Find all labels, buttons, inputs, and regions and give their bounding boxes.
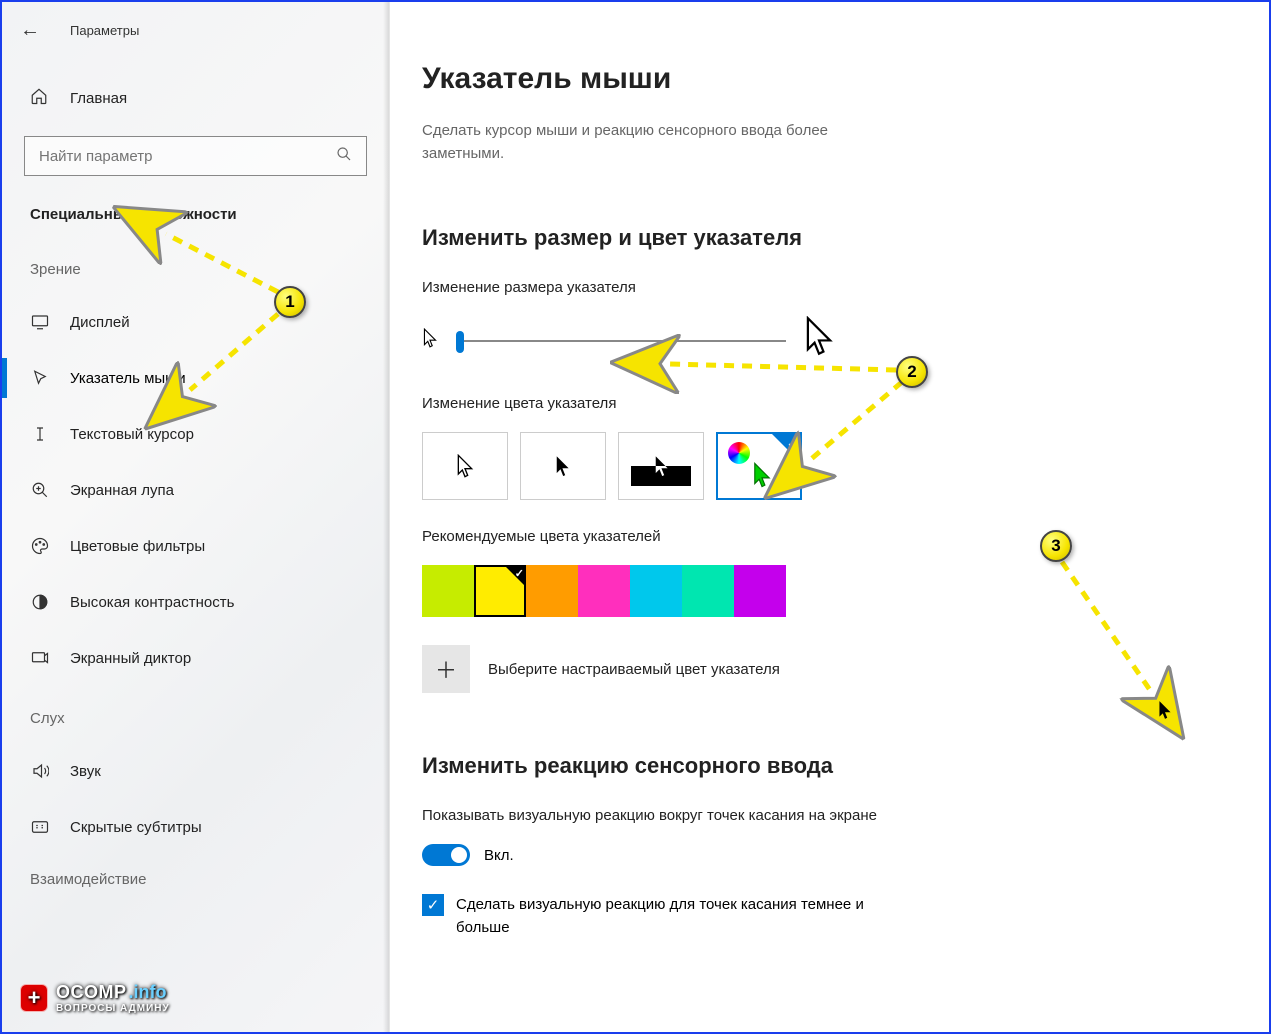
sidebar-item-captions[interactable]: Скрытые субтитры <box>2 803 389 851</box>
sidebar-item-sound[interactable]: Звук <box>2 747 389 795</box>
app-title: Параметры <box>70 23 139 38</box>
sidebar-item-label: Указатель мыши <box>70 370 186 387</box>
sidebar-item-text-cursor[interactable]: Текстовый курсор <box>2 410 389 458</box>
color-wheel-icon <box>728 442 750 464</box>
sidebar-home-label: Главная <box>70 90 127 107</box>
check-icon <box>504 565 526 587</box>
annotation-marker-2: 2 <box>896 356 928 388</box>
watermark-brand: OCOMP <box>56 982 127 1002</box>
sidebar-category-vision: Зрение <box>2 233 389 290</box>
magnifier-icon <box>30 480 50 500</box>
pointer-color-custom[interactable] <box>716 432 802 500</box>
sidebar-item-mouse-pointer[interactable]: Указатель мыши <box>2 354 389 402</box>
sidebar: ← Параметры Главная Специальные возможно… <box>2 2 390 1032</box>
sidebar-item-label: Экранная лупа <box>70 482 174 499</box>
pointer-size-slider[interactable] <box>456 340 786 342</box>
pointer-icon <box>30 368 50 388</box>
pointer-color-invert[interactable] <box>618 432 704 500</box>
touch-darker-label: Сделать визуальную реакцию для точек кас… <box>456 894 882 939</box>
text-cursor-icon <box>30 424 50 444</box>
home-icon <box>30 87 50 110</box>
recommended-colors-label: Рекомендуемые цвета указателей <box>422 528 1219 545</box>
color-swatch[interactable] <box>630 565 682 617</box>
sidebar-item-narrator[interactable]: Экранный диктор <box>2 634 389 682</box>
sidebar-item-display[interactable]: Дисплей <box>2 298 389 346</box>
cursor-small-icon <box>422 328 438 353</box>
add-custom-color-button[interactable]: ＋ <box>422 645 470 693</box>
toggle-state-label: Вкл. <box>484 847 514 864</box>
sidebar-item-magnifier[interactable]: Экранная лупа <box>2 466 389 514</box>
touch-visual-toggle[interactable] <box>422 844 470 866</box>
pointer-size-label: Изменение размера указателя <box>422 279 1219 296</box>
sidebar-item-label: Цветовые фильтры <box>70 538 205 555</box>
slider-thumb[interactable] <box>456 331 464 353</box>
sidebar-item-label: Звук <box>70 763 101 780</box>
sidebar-item-color-filters[interactable]: Цветовые фильтры <box>2 522 389 570</box>
search-box[interactable] <box>24 136 367 176</box>
watermark: + OCOMP.info ВОПРОСЫ АДМИНУ <box>20 982 170 1014</box>
narrator-icon <box>30 648 50 668</box>
search-icon <box>336 146 352 167</box>
contrast-icon <box>30 592 50 612</box>
sidebar-scrollbar[interactable] <box>383 2 389 1032</box>
sidebar-item-label: Дисплей <box>70 314 130 331</box>
custom-color-label: Выберите настраиваемый цвет указателя <box>488 661 780 678</box>
back-arrow-icon[interactable]: ← <box>20 19 40 42</box>
check-icon <box>772 434 800 462</box>
cursor-large-icon <box>804 316 834 365</box>
touch-show-label: Показывать визуальную реакцию вокруг точ… <box>422 807 882 824</box>
page-description: Сделать курсор мыши и реакцию сенсорного… <box>422 120 902 165</box>
annotation-marker-1: 1 <box>274 286 306 318</box>
display-icon <box>30 312 50 332</box>
sidebar-item-label: Экранный диктор <box>70 650 191 667</box>
annotation-cursor-icon <box>1158 700 1172 725</box>
section-touch-title: Изменить реакцию сенсорного ввода <box>422 753 1219 779</box>
color-swatch[interactable] <box>526 565 578 617</box>
touch-darker-checkbox[interactable]: ✓ <box>422 894 444 916</box>
sidebar-item-label: Высокая контрастность <box>70 594 234 611</box>
sidebar-item-high-contrast[interactable]: Высокая контрастность <box>2 578 389 626</box>
watermark-sub: ВОПРОСЫ АДМИНУ <box>56 1003 170 1014</box>
plus-icon: ＋ <box>435 653 457 685</box>
color-swatch[interactable] <box>682 565 734 617</box>
color-swatch[interactable] <box>578 565 630 617</box>
watermark-plus-icon: + <box>20 984 48 1012</box>
search-input[interactable] <box>39 148 336 165</box>
pointer-color-black[interactable] <box>520 432 606 500</box>
sidebar-home[interactable]: Главная <box>2 74 389 122</box>
sidebar-category-interaction: Взаимодействие <box>2 851 389 900</box>
sidebar-item-label: Скрытые субтитры <box>70 819 202 836</box>
watermark-tld: .info <box>129 982 167 1002</box>
color-swatch[interactable] <box>734 565 786 617</box>
sound-icon <box>30 761 50 781</box>
page-title: Указатель мыши <box>422 62 1219 96</box>
annotation-marker-3: 3 <box>1040 530 1072 562</box>
color-swatch[interactable] <box>474 565 526 617</box>
pointer-color-white[interactable] <box>422 432 508 500</box>
sidebar-category-hearing: Слух <box>2 682 389 739</box>
sidebar-item-label: Текстовый курсор <box>70 426 194 443</box>
palette-icon <box>30 536 50 556</box>
sidebar-group-title: Специальные возможности <box>2 196 389 233</box>
captions-icon <box>30 817 50 837</box>
pointer-color-label: Изменение цвета указателя <box>422 395 1219 412</box>
color-swatch[interactable] <box>422 565 474 617</box>
section-size-color-title: Изменить размер и цвет указателя <box>422 225 1219 251</box>
main-content: Указатель мыши Сделать курсор мыши и реа… <box>390 2 1269 1032</box>
